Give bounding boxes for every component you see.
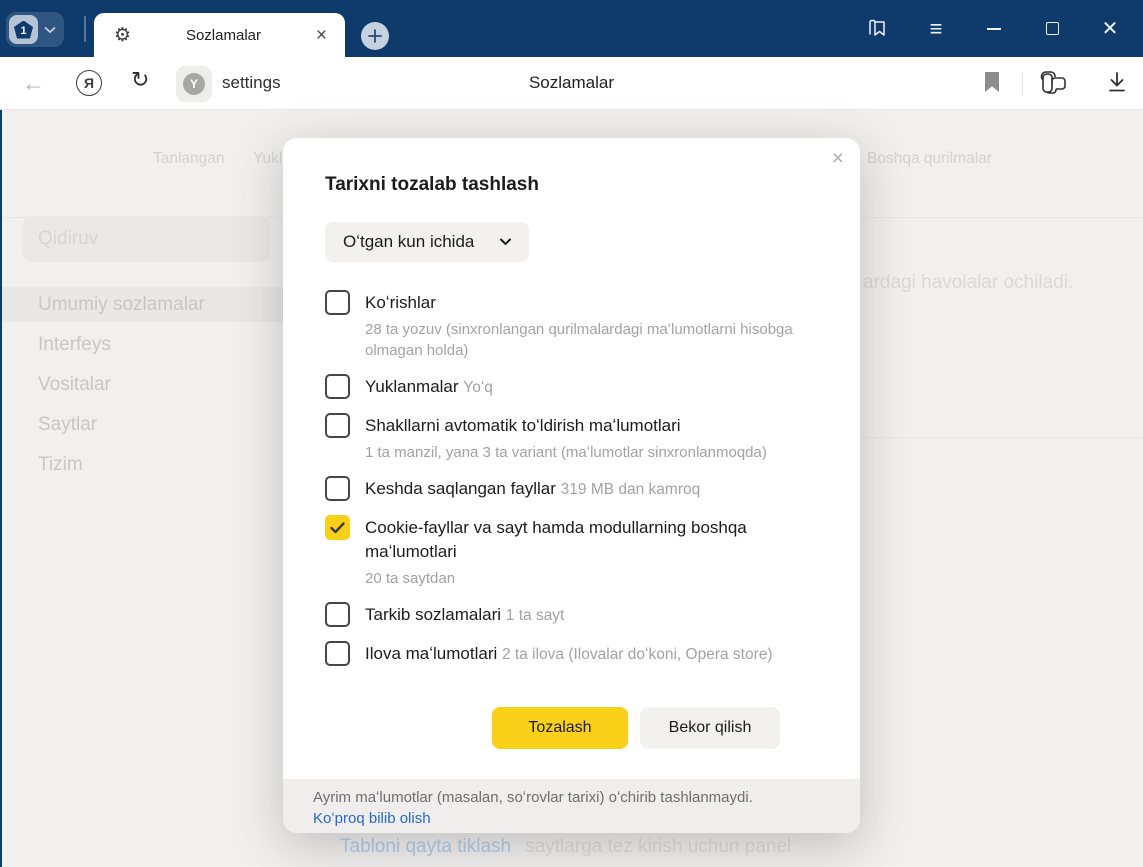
item-hint: 319 MB dan kamroq	[561, 481, 701, 498]
titlebar: 1 ⚙ Sozlamalar × ≡ ✕	[0, 0, 1143, 57]
window-close-icon[interactable]: ✕	[1099, 18, 1121, 40]
period-dropdown-value: Oʻtgan kun ichida	[343, 232, 474, 252]
bg-tab-tanlangan[interactable]: Tanlangan	[153, 150, 225, 168]
history-item-cookie: Cookie-fayllar va sayt hamda modullarnin…	[325, 515, 820, 589]
download-icon[interactable]	[1106, 71, 1128, 95]
bookmark-icon[interactable]	[984, 72, 1000, 93]
url-text[interactable]: settings	[222, 73, 281, 93]
cancel-button[interactable]: Bekor qilish	[640, 707, 780, 749]
tab-counter-button[interactable]: 1	[6, 12, 64, 47]
item-hint: 1 ta sayt	[506, 607, 565, 624]
tab-title: Sozlamalar	[131, 27, 316, 44]
new-tab-button[interactable]	[361, 22, 389, 50]
browser-toolbar: ← Я ↻ Y Sozlamalar settings	[0, 57, 1143, 110]
dialog-title: Tarixni tozalab tashlash	[325, 174, 820, 196]
search-input[interactable]: Qidiruv	[22, 216, 270, 262]
checkbox-cookie-checked[interactable]	[325, 515, 350, 540]
bg-tab-yuklanmalar[interactable]: Yukl	[253, 150, 282, 168]
sidebar-item-umumiy[interactable]: Umumiy sozlamalar	[38, 294, 205, 316]
bg-bottom-caption: saytlarga tez kirish uchun panel	[525, 836, 791, 857]
side-panel-icon[interactable]	[867, 18, 889, 40]
period-dropdown[interactable]: Oʻtgan kun ichida	[325, 222, 529, 262]
item-label[interactable]: Keshda saqlangan fayllar 319 MB dan kamr…	[365, 476, 700, 502]
checkbox-kesh[interactable]	[325, 476, 350, 501]
item-subtext: 20 ta saytdan	[365, 568, 802, 589]
bg-tab-boshqa-qurilmalar[interactable]: Boshqa qurilmalar	[867, 150, 992, 168]
bg-partial-text: ardagi havolalar ochiladi.	[863, 272, 1073, 294]
item-label[interactable]: Cookie-fayllar va sayt hamda modullarnin…	[365, 515, 820, 564]
checkbox-yuklanmalar[interactable]	[325, 374, 350, 399]
item-label[interactable]: Ilova maʻlumotlari 2 ta ilova (Ilovalar …	[365, 641, 773, 667]
item-hint: Yoʻq	[463, 379, 493, 396]
history-item-ilova: Ilova maʻlumotlari 2 ta ilova (Ilovalar …	[325, 641, 820, 667]
page-divider	[860, 437, 1143, 438]
item-subtext: 28 ta yozuv (sinxronlangan qurilmalardag…	[365, 319, 802, 361]
item-label[interactable]: Shakllarni avtomatik toʻldirish maʻlumot…	[365, 413, 681, 438]
checkbox-tarkib[interactable]	[325, 602, 350, 627]
search-placeholder: Qidiruv	[38, 228, 98, 250]
checkbox-korishlar[interactable]	[325, 290, 350, 315]
sidebar-item-vositalar[interactable]: Vositalar	[38, 374, 111, 396]
sidebar-item-interfeys[interactable]: Interfeys	[38, 334, 111, 356]
omnibox-page-title: Sozlamalar	[0, 73, 1143, 93]
checkmark-icon	[330, 522, 345, 534]
window-left-border	[0, 110, 2, 867]
item-label[interactable]: Koʻrishlar	[365, 290, 436, 315]
tab-count-badge: 1	[9, 15, 38, 44]
history-item-yuklanmalar: Yuklanmalar Yoʻq	[325, 374, 820, 400]
chevron-down-icon[interactable]	[44, 26, 56, 34]
bg-restore-tableau-link[interactable]: Tabloni qayta tiklash	[340, 836, 511, 857]
clear-history-dialog: × Tarixni tozalab tashlash Oʻtgan kun ic…	[283, 138, 860, 833]
dialog-footer: Ayrim maʻlumotlar (masalan, soʻrovlar ta…	[283, 779, 860, 833]
titlebar-divider	[84, 16, 86, 42]
dialog-close-icon[interactable]: ×	[832, 148, 844, 169]
sidebar-item-saytlar[interactable]: Saytlar	[38, 414, 97, 436]
maximize-icon[interactable]	[1041, 18, 1063, 40]
learn-more-link[interactable]: Koʻproq bilib olish	[313, 810, 431, 827]
item-label[interactable]: Yuklanmalar Yoʻq	[365, 374, 493, 400]
minimize-icon[interactable]	[983, 18, 1005, 40]
gear-icon: ⚙	[114, 24, 131, 47]
clear-button[interactable]: Tozalash	[492, 707, 628, 749]
history-item-kesh: Keshda saqlangan fayllar 319 MB dan kamr…	[325, 476, 820, 502]
checkbox-ilova[interactable]	[325, 641, 350, 666]
collections-icon[interactable]	[1040, 70, 1068, 96]
history-item-tarkib: Tarkib sozlamalari 1 ta sayt	[325, 602, 820, 628]
history-item-korishlar: Koʻrishlar 28 ta yozuv (sinxronlangan qu…	[325, 290, 820, 361]
tab-count: 1	[14, 21, 33, 39]
item-subtext: 1 ta manzil, yana 3 ta variant (maʻlumot…	[365, 442, 802, 463]
item-hint: 2 ta ilova (Ilovalar doʻkoni, Opera stor…	[502, 646, 773, 663]
item-label[interactable]: Tarkib sozlamalari 1 ta sayt	[365, 602, 564, 628]
menu-icon[interactable]: ≡	[925, 18, 947, 40]
tab-sozlamalar[interactable]: ⚙ Sozlamalar ×	[94, 13, 345, 57]
sidebar-item-tizim[interactable]: Tizim	[38, 454, 83, 476]
footer-note: Ayrim maʻlumotlar (masalan, soʻrovlar ta…	[313, 787, 860, 808]
checkbox-shakllar[interactable]	[325, 413, 350, 438]
chevron-down-icon	[500, 238, 511, 246]
toolbar-divider	[1022, 72, 1023, 96]
tab-close-icon[interactable]: ×	[316, 26, 327, 45]
history-item-shakllar: Shakllarni avtomatik toʻldirish maʻlumot…	[325, 413, 820, 463]
